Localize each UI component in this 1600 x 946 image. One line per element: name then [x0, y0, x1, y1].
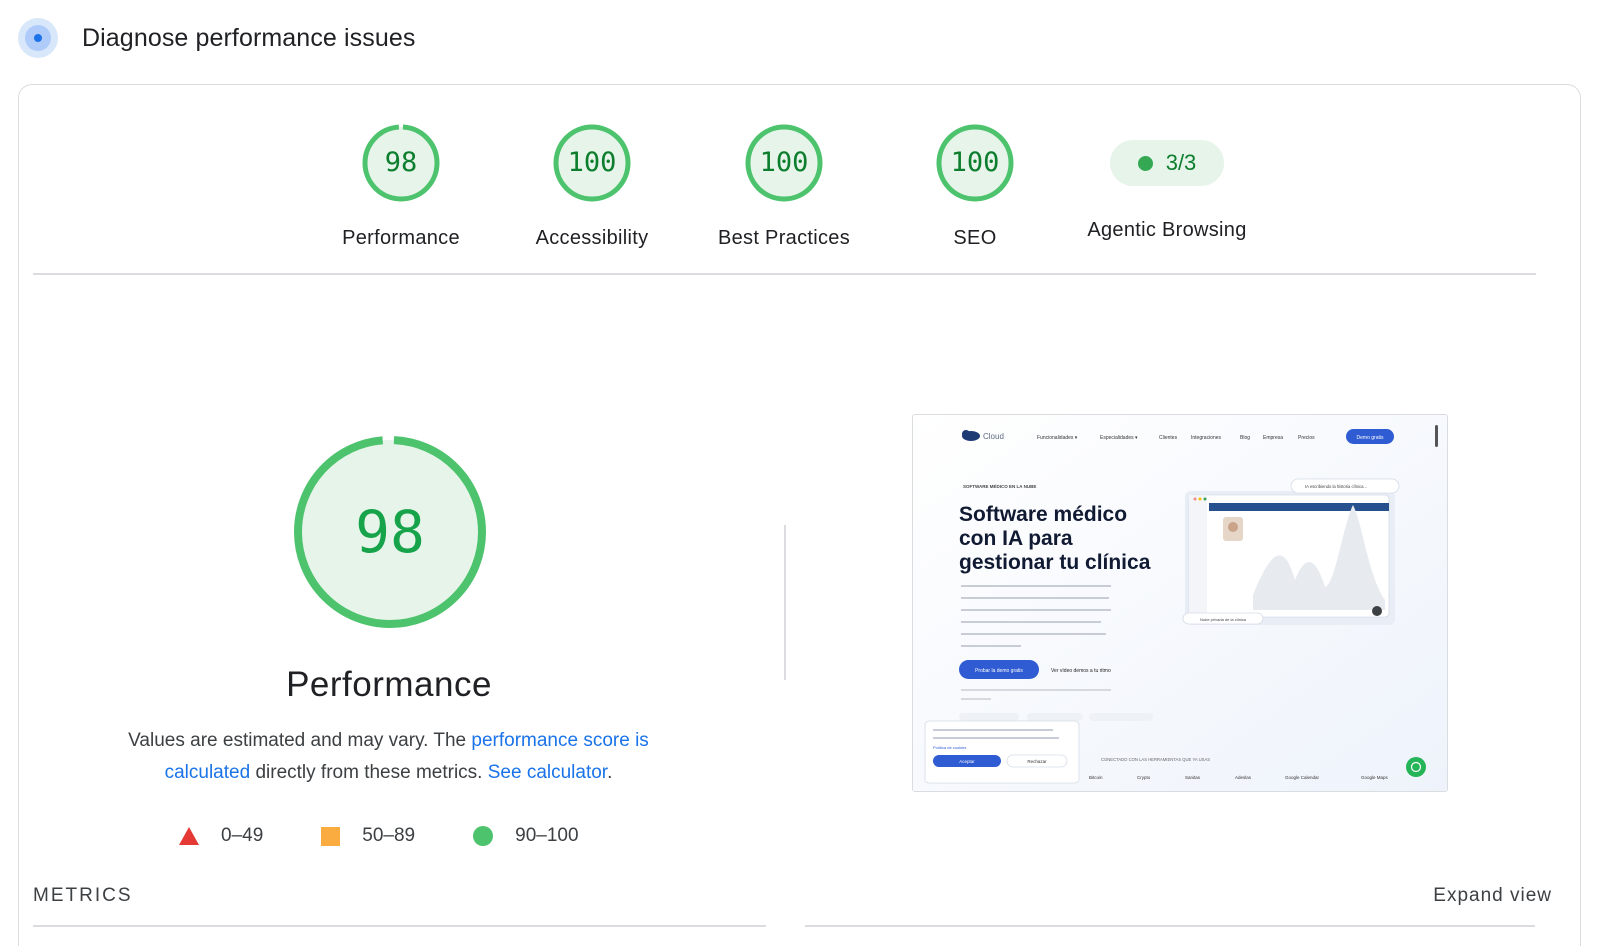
- svg-text:Especialidades ▾: Especialidades ▾: [1100, 435, 1138, 441]
- score-value: 98: [384, 147, 418, 178]
- agentic-score-value: 3/3: [1165, 150, 1197, 175]
- svg-text:IA escribiendo la historia clí: IA escribiendo la historia clínica...: [1305, 484, 1367, 489]
- svg-text:Política de cookies: Política de cookies: [933, 745, 966, 750]
- svg-text:Empresa: Empresa: [1263, 435, 1283, 441]
- svg-text:Bitcoin: Bitcoin: [1089, 775, 1103, 780]
- svg-text:Crypto: Crypto: [1137, 775, 1151, 780]
- score-value: 100: [567, 147, 617, 178]
- svg-text:Google Maps: Google Maps: [1361, 775, 1389, 780]
- page-screenshot-image: Cloud Funcionalidades ▾ Especialidades ▾…: [913, 415, 1447, 791]
- category-accessibility[interactable]: 100 Accessibility: [502, 123, 682, 250]
- see-calculator-link[interactable]: See calculator: [488, 762, 607, 783]
- score-label: SEO: [953, 227, 997, 249]
- performance-score: 98: [355, 498, 425, 566]
- svg-text:Adeslas: Adeslas: [1235, 775, 1252, 780]
- svg-text:gestionar tu clínica: gestionar tu clínica: [959, 551, 1151, 574]
- expand-view-toggle[interactable]: Expand view: [1433, 885, 1552, 907]
- triangle-icon: [179, 827, 199, 845]
- svg-text:Rechazar: Rechazar: [1027, 759, 1047, 764]
- score-label: Accessibility: [535, 227, 649, 249]
- report-card: 98 Performance 100 Accessibility 100 Bes…: [18, 84, 1581, 946]
- svg-text:CONECTADO CON LAS HERRAMIENTAS: CONECTADO CON LAS HERRAMIENTAS QUE YA US…: [1101, 757, 1210, 762]
- category-agentic-browsing[interactable]: 3/3 Agentic Browsing: [1077, 123, 1257, 242]
- page-header: Diagnose performance issues: [18, 18, 415, 58]
- svg-text:Integraciones: Integraciones: [1191, 435, 1222, 441]
- category-scores: 98 Performance 100 Accessibility 100 Bes…: [19, 123, 1580, 253]
- square-icon: [321, 826, 341, 846]
- performance-note: Values are estimated and may vary. The p…: [128, 730, 649, 783]
- svg-text:Ver vídeo demos a tu ritmo: Ver vídeo demos a tu ritmo: [1051, 668, 1111, 674]
- performance-title: Performance: [286, 665, 492, 704]
- pass-dot-icon: [1137, 155, 1153, 171]
- score-legend: 0–49 50–89 90–100: [179, 825, 637, 847]
- score-gauge: 100: [744, 123, 824, 203]
- svg-text:Software médico: Software médico: [959, 503, 1127, 526]
- svg-text:Cloud: Cloud: [983, 432, 1004, 441]
- svg-text:Nube privada de la clínica: Nube privada de la clínica: [1200, 617, 1247, 622]
- svg-text:Precios: Precios: [1298, 435, 1315, 441]
- score-label: Performance: [342, 227, 460, 249]
- score-gauge: 98: [361, 123, 441, 203]
- category-seo[interactable]: 100 SEO: [885, 123, 1065, 250]
- page-title: Diagnose performance issues: [82, 23, 416, 52]
- category-best-practices[interactable]: 100 Best Practices: [694, 123, 874, 250]
- score-gauge: 100: [552, 123, 632, 203]
- svg-text:Demo gratis: Demo gratis: [1357, 435, 1384, 441]
- score-gauge: 100: [935, 123, 1015, 203]
- svg-text:Sanitas: Sanitas: [1185, 775, 1201, 780]
- svg-text:Google Calendar: Google Calendar: [1285, 775, 1320, 780]
- performance-gauge: 98: [293, 435, 487, 629]
- score-label: Best Practices: [717, 227, 851, 249]
- agentic-score-pill: 3/3: [1110, 140, 1224, 186]
- vertical-divider: [784, 525, 786, 680]
- metrics-divider: [805, 925, 1535, 927]
- svg-text:Blog: Blog: [1240, 435, 1250, 441]
- legend-pass: 90–100: [473, 825, 579, 847]
- svg-text:Probar la demo gratis: Probar la demo gratis: [975, 668, 1023, 674]
- legend-average: 50–89: [321, 825, 415, 847]
- metrics-heading: METRICS: [33, 885, 133, 906]
- score-label: Agentic Browsing: [1087, 219, 1247, 241]
- legend-fail: 0–49: [179, 825, 263, 847]
- lighthouse-icon: [18, 18, 58, 58]
- final-screenshot[interactable]: Cloud Funcionalidades ▾ Especialidades ▾…: [912, 414, 1448, 792]
- svg-text:Funcionalidades ▾: Funcionalidades ▾: [1037, 435, 1078, 441]
- category-performance[interactable]: 98 Performance: [311, 123, 491, 250]
- metrics-divider: [33, 925, 766, 927]
- svg-text:Aceptar: Aceptar: [959, 759, 975, 764]
- circle-icon: [473, 826, 494, 846]
- divider: [33, 273, 1536, 275]
- svg-text:con IA para: con IA para: [959, 527, 1073, 550]
- score-value: 100: [950, 147, 1000, 178]
- svg-text:SOFTWARE MÉDICO EN LA NUBE: SOFTWARE MÉDICO EN LA NUBE: [963, 482, 1036, 489]
- svg-text:Clientes: Clientes: [1159, 435, 1178, 441]
- score-value: 100: [759, 147, 809, 178]
